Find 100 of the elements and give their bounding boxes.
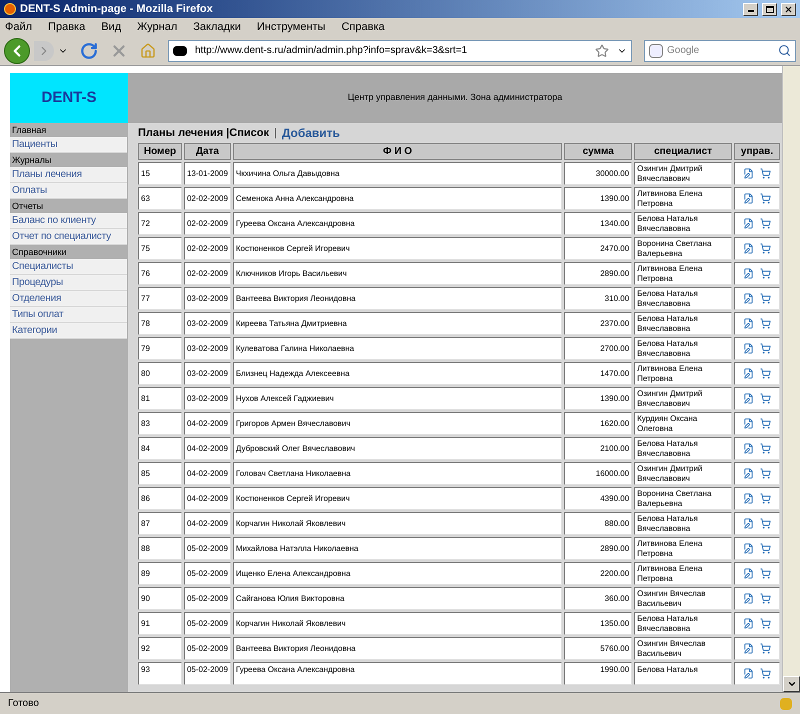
cart-icon[interactable] — [760, 518, 771, 529]
cart-icon[interactable] — [760, 218, 771, 229]
cart-icon[interactable] — [760, 493, 771, 504]
edit-icon[interactable] — [743, 193, 754, 204]
table-cell: Воронина Светлана Валерьевна — [634, 487, 732, 510]
scroll-down-button[interactable] — [783, 676, 800, 692]
close-button[interactable] — [781, 2, 796, 16]
edit-icon[interactable] — [743, 643, 754, 654]
edit-icon[interactable] — [743, 243, 754, 254]
cart-icon[interactable] — [760, 618, 771, 629]
sidebar-item[interactable]: Категории — [10, 323, 127, 339]
cart-icon[interactable] — [760, 193, 771, 204]
cart-icon[interactable] — [760, 568, 771, 579]
cart-icon[interactable] — [760, 243, 771, 254]
reload-icon[interactable] — [80, 42, 98, 60]
cart-icon[interactable] — [760, 443, 771, 454]
cart-icon[interactable] — [760, 543, 771, 554]
search-input[interactable]: Google — [667, 43, 774, 58]
sidebar-item[interactable]: Типы оплат — [10, 307, 127, 323]
edit-icon[interactable] — [743, 443, 754, 454]
edit-icon[interactable] — [743, 268, 754, 279]
cart-icon[interactable] — [760, 418, 771, 429]
edit-icon[interactable] — [743, 293, 754, 304]
menu-item[interactable]: Файл — [4, 18, 34, 36]
cart-icon[interactable] — [760, 318, 771, 329]
edit-icon[interactable] — [743, 418, 754, 429]
add-link[interactable]: Добавить — [282, 124, 340, 142]
table-cell: 310.00 — [564, 287, 632, 310]
cart-icon[interactable] — [760, 293, 771, 304]
table-cell: 76 — [138, 262, 182, 285]
table-cell: 81 — [138, 387, 182, 410]
cart-icon[interactable] — [760, 668, 771, 679]
addon-icon — [780, 698, 792, 710]
edit-icon[interactable] — [743, 368, 754, 379]
table-cell: 2890.00 — [564, 262, 632, 285]
status-text: Готово — [8, 697, 40, 711]
sidebar-item[interactable]: Отделения — [10, 291, 127, 307]
cart-icon[interactable] — [760, 643, 771, 654]
table-cell: Вантеева Виктория Леонидовна — [232, 637, 562, 660]
cart-icon[interactable] — [760, 343, 771, 354]
bookmark-star-icon[interactable] — [595, 44, 609, 58]
edit-icon[interactable] — [743, 618, 754, 629]
edit-icon[interactable] — [743, 343, 754, 354]
cart-icon[interactable] — [760, 268, 771, 279]
table-cell: 92 — [138, 637, 182, 660]
edit-icon[interactable] — [743, 568, 754, 579]
table-cell: 1340.00 — [564, 212, 632, 235]
table-cell: Корчагин Николай Яковлевич — [232, 612, 562, 635]
scrollbar[interactable] — [782, 66, 800, 692]
address-field[interactable]: http://www.dent-s.ru/admin/admin.php?info=sprav&k=3&srt=1 — [168, 40, 632, 62]
sidebar-item[interactable]: Оплаты — [10, 183, 127, 199]
table-cell: 2370.00 — [564, 312, 632, 335]
sidebar-item[interactable]: Специалисты — [10, 259, 127, 275]
table-cell: Литвинова Елена Петровна — [634, 537, 732, 560]
menu-item[interactable]: Журнал — [136, 18, 178, 36]
edit-icon[interactable] — [743, 393, 754, 404]
table-cell: 2470.00 — [564, 237, 632, 260]
cart-icon[interactable] — [760, 168, 771, 179]
table-cell: 04-02-2009 — [184, 412, 231, 435]
table-cell: Гуреева Оксана Александровна — [232, 662, 562, 685]
sidebar-item[interactable]: Баланс по клиенту — [10, 213, 127, 229]
edit-icon[interactable] — [743, 168, 754, 179]
edit-icon[interactable] — [743, 518, 754, 529]
menu-item[interactable]: Справка — [340, 18, 386, 36]
edit-icon[interactable] — [743, 468, 754, 479]
window-title: DENT-S Admin-page - Mozilla Firefox — [20, 2, 214, 17]
maximize-button[interactable] — [762, 2, 777, 16]
edit-icon[interactable] — [743, 543, 754, 554]
table-cell: 04-02-2009 — [184, 462, 231, 485]
edit-icon[interactable] — [743, 493, 754, 504]
cart-icon[interactable] — [760, 393, 771, 404]
table-cell: Григоров Армен Вячеславович — [232, 412, 562, 435]
cart-icon[interactable] — [760, 468, 771, 479]
table-cell: Корчагин Николай Яковлевич — [232, 512, 562, 535]
table-cell: 86 — [138, 487, 182, 510]
table-cell: 05-02-2009 — [184, 537, 231, 560]
table-cell: 05-02-2009 — [184, 637, 231, 660]
menu-item[interactable]: Вид — [100, 18, 122, 36]
back-button[interactable] — [4, 38, 30, 64]
table-cell: 03-02-2009 — [184, 337, 231, 360]
sidebar-item[interactable]: Пациенты — [10, 137, 127, 153]
table-cell: Кулеватова Галина Николаевна — [232, 337, 562, 360]
edit-icon[interactable] — [743, 318, 754, 329]
minimize-button[interactable] — [743, 2, 758, 16]
cart-icon[interactable] — [760, 593, 771, 604]
logo: DENT-S — [10, 73, 128, 123]
menu-item[interactable]: Инструменты — [256, 18, 326, 36]
sidebar-item[interactable]: Планы лечения — [10, 167, 127, 183]
edit-icon[interactable] — [743, 218, 754, 229]
menu-item[interactable]: Закладки — [192, 18, 242, 36]
search-icon[interactable] — [778, 44, 791, 57]
menu-item[interactable]: Правка — [47, 18, 86, 36]
separator: | — [274, 126, 277, 141]
column-header: управ. — [734, 143, 780, 160]
edit-icon[interactable] — [743, 668, 754, 679]
search-box[interactable]: Google — [644, 40, 796, 62]
sidebar-item[interactable]: Отчет по специалисту — [10, 229, 127, 245]
sidebar-item[interactable]: Процедуры — [10, 275, 127, 291]
edit-icon[interactable] — [743, 593, 754, 604]
cart-icon[interactable] — [760, 368, 771, 379]
